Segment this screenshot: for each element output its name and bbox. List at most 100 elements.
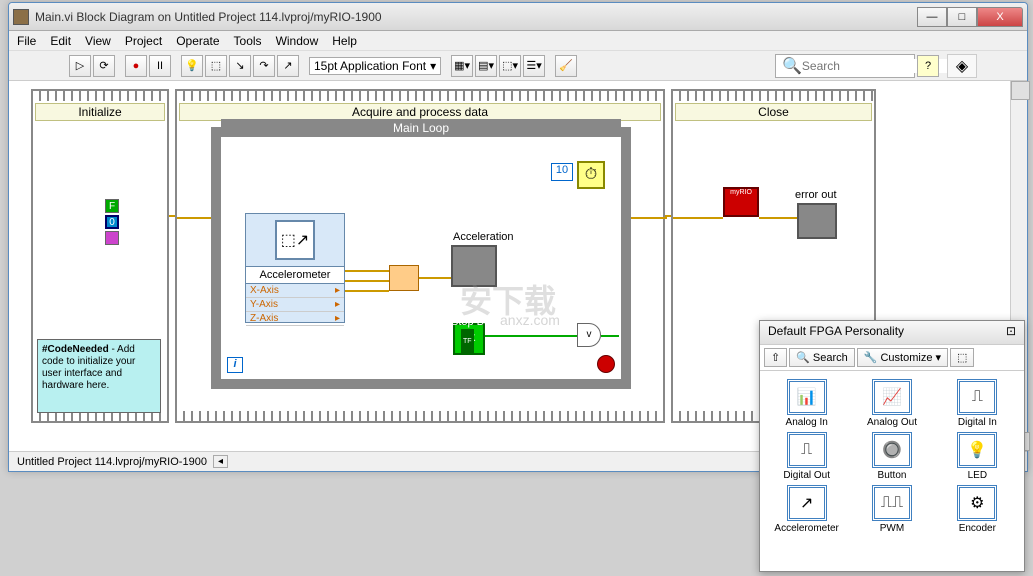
menu-help[interactable]: Help — [332, 34, 357, 48]
palette-title-text: Default FPGA Personality — [768, 324, 904, 341]
palette-grid: 📊Analog In 📈Analog Out ⎍Digital In ⎍Digi… — [760, 371, 1024, 542]
window-title: Main.vi Block Diagram on Untitled Projec… — [35, 10, 917, 24]
highlight-button[interactable]: 💡 — [181, 55, 203, 77]
accelerometer-express-vi[interactable]: ⬚↗ Accelerometer X-Axis▸ Y-Axis▸ Z-Axis▸ — [245, 213, 345, 323]
wire — [345, 270, 389, 272]
font-selector[interactable]: 15pt Application Font▾ — [309, 57, 441, 75]
menu-file[interactable]: File — [17, 34, 36, 48]
menubar: File Edit View Project Operate Tools Win… — [9, 31, 1027, 51]
menu-window[interactable]: Window — [276, 34, 319, 48]
boolean-constant-false[interactable]: F — [105, 199, 119, 213]
stop-tf-indicator: TF — [461, 329, 474, 355]
step-out-button[interactable]: ↗ — [277, 55, 299, 77]
search-icon: 🔍 — [782, 56, 802, 76]
reset-vi-label: Reset myRIO.vi — [709, 173, 786, 185]
run-continuous-button[interactable]: ⟳ — [93, 55, 115, 77]
status-chevron-icon[interactable]: ◂ — [213, 455, 228, 468]
retain-wire-button[interactable]: ⬚ — [205, 55, 227, 77]
palette-pin-icon[interactable]: ⊡ — [1006, 324, 1016, 341]
app-icon — [13, 9, 29, 25]
titlebar: Main.vi Block Diagram on Untitled Projec… — [9, 3, 1027, 31]
wire — [345, 280, 389, 282]
palette-toolbar: ⇧ 🔍 Search 🔧 Customize▾ ⬚ — [760, 345, 1024, 371]
error-wire — [631, 217, 667, 219]
error-wire — [177, 217, 211, 219]
reset-vi-text: myRIO — [730, 189, 752, 196]
palette-up-button[interactable]: ⇧ — [764, 348, 787, 367]
menu-operate[interactable]: Operate — [176, 34, 219, 48]
wire — [485, 335, 577, 337]
functions-palette[interactable]: Default FPGA Personality ⊡ ⇧ 🔍 Search 🔧 … — [759, 320, 1025, 572]
toolbar: ▷ ⟳ ● II 💡 ⬚ ↘ ↷ ↗ 15pt Application Font… — [9, 51, 1027, 81]
cleanup-button[interactable]: 🧹 — [555, 55, 577, 77]
palette-customize-button[interactable]: 🔧 Customize▾ — [857, 348, 948, 367]
wire — [601, 335, 619, 337]
minimize-button[interactable]: — — [917, 7, 947, 27]
menu-view[interactable]: View — [85, 34, 111, 48]
palette-led[interactable]: 💡LED — [935, 432, 1020, 481]
error-wire — [169, 215, 175, 217]
close-button[interactable]: X — [977, 7, 1023, 27]
frame-initialize-label: Initialize — [35, 103, 165, 121]
wire — [345, 290, 389, 292]
accel-y-row: Y-Axis▸ — [246, 298, 344, 312]
palette-view-button[interactable]: ⬚ — [950, 348, 974, 367]
palette-analog-out[interactable]: 📈Analog Out — [849, 379, 934, 428]
error-out-indicator[interactable]: error out — [797, 203, 837, 239]
stop-button-control[interactable]: Stop Button OK TF — [453, 323, 485, 355]
accelerometer-title: Accelerometer — [246, 266, 344, 284]
accel-z-row: Z-Axis▸ — [246, 312, 344, 326]
accelerometer-icon: ⬚↗ — [275, 220, 315, 260]
bundle-node[interactable] — [105, 231, 119, 245]
distribute-button[interactable]: ▤▾ — [475, 55, 497, 77]
while-loop[interactable]: Main Loop 10 ⏱ ⬚↗ Accelerometer X-Axis▸ … — [211, 127, 631, 389]
acceleration-indicator[interactable]: Acceleration — [451, 245, 497, 287]
stop-button-label: Stop Button — [451, 309, 509, 335]
status-text: Untitled Project 114.lvproj/myRIO-1900 — [17, 456, 207, 468]
palette-analog-in[interactable]: 📊Analog In — [764, 379, 849, 428]
palette-pwm[interactable]: ⎍⎍PWM — [849, 485, 934, 534]
palette-encoder[interactable]: ⚙Encoder — [935, 485, 1020, 534]
search-box[interactable]: 🔍 — [775, 54, 915, 78]
reset-myrio-vi[interactable]: Reset myRIO.vi myRIO — [723, 187, 759, 217]
numeric-constant-zero[interactable]: 0 — [105, 215, 119, 229]
code-needed-note[interactable]: #CodeNeeded - Add code to initialize you… — [37, 339, 161, 413]
loop-iteration-terminal[interactable]: i — [227, 357, 243, 373]
menu-edit[interactable]: Edit — [50, 34, 71, 48]
step-into-button[interactable]: ↘ — [229, 55, 251, 77]
maximize-button[interactable]: □ — [947, 7, 977, 27]
align-button[interactable]: ▦▾ — [451, 55, 473, 77]
palette-button[interactable]: 🔘Button — [849, 432, 934, 481]
build-array-node[interactable] — [389, 265, 419, 291]
wait-ms-node[interactable]: ⏱ — [577, 161, 605, 189]
palette-accelerometer[interactable]: ↗Accelerometer — [764, 485, 849, 534]
palette-digital-out[interactable]: ⎍Digital Out — [764, 432, 849, 481]
wire — [419, 277, 451, 279]
window-buttons: — □ X — [917, 7, 1023, 27]
accel-x-row: X-Axis▸ — [246, 284, 344, 298]
error-wire — [673, 217, 723, 219]
wait-constant[interactable]: 10 — [551, 163, 573, 181]
loop-condition-terminal[interactable] — [597, 355, 615, 373]
step-over-button[interactable]: ↷ — [253, 55, 275, 77]
menu-tools[interactable]: Tools — [234, 34, 262, 48]
while-loop-label: Main Loop — [221, 119, 621, 137]
note-bold: #CodeNeeded — [42, 344, 109, 355]
help-button[interactable]: ? — [917, 55, 939, 77]
frame-acquire[interactable]: Acquire and process data Main Loop 10 ⏱ … — [175, 89, 665, 423]
frame-close-label: Close — [675, 103, 872, 121]
menu-project[interactable]: Project — [125, 34, 162, 48]
run-button[interactable]: ▷ — [69, 55, 91, 77]
palette-digital-in[interactable]: ⎍Digital In — [935, 379, 1020, 428]
abort-button[interactable]: ● — [125, 55, 147, 77]
resize-button[interactable]: ⬚▾ — [499, 55, 521, 77]
acceleration-label: Acceleration — [453, 231, 514, 243]
or-gate[interactable]: v — [577, 323, 601, 347]
reorder-button[interactable]: ☰▾ — [523, 55, 545, 77]
error-wire — [665, 215, 671, 217]
vi-icon[interactable]: ◈ — [947, 54, 977, 78]
palette-search-button[interactable]: 🔍 Search — [789, 348, 855, 367]
error-out-label: error out — [795, 189, 837, 201]
pause-button[interactable]: II — [149, 55, 171, 77]
error-wire — [759, 217, 797, 219]
